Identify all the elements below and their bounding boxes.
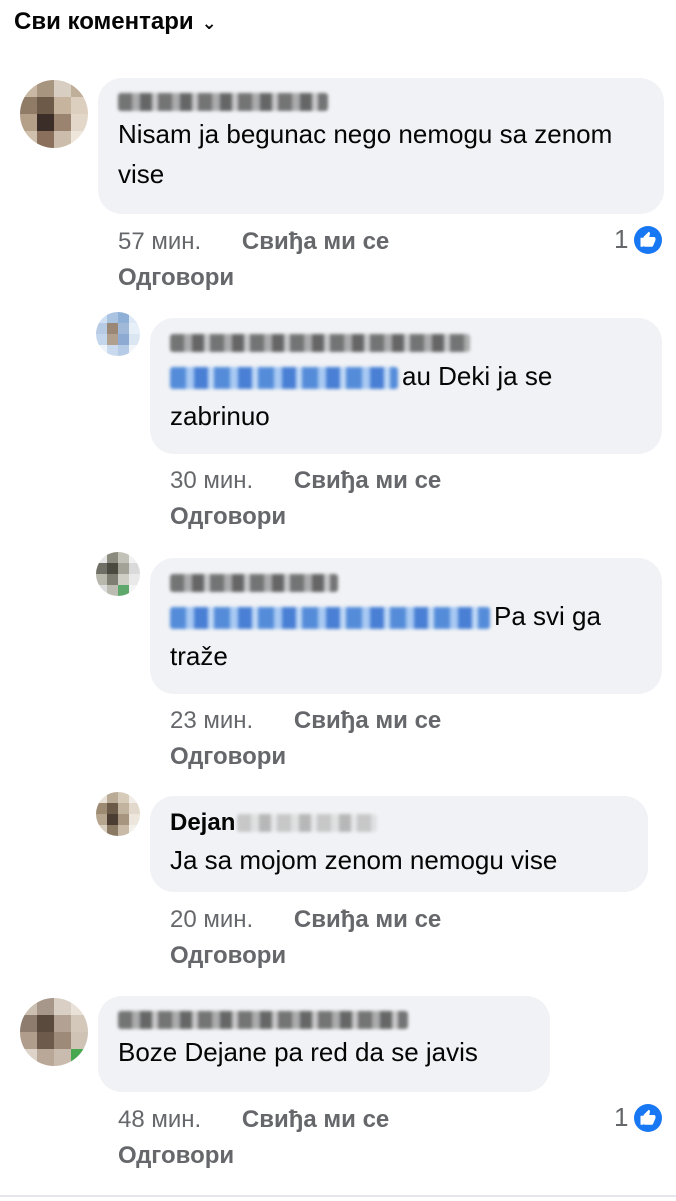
comment-time[interactable]: 30 мин. [170, 467, 253, 494]
comment-author-redacted[interactable] [118, 90, 644, 114]
all-comments-filter[interactable]: Сви коментари ⌄ [14, 8, 217, 36]
comment-actions: 23 мин. Свиђа ми се Одговори [170, 703, 441, 775]
reply-bubble: au Deki ja se zabrinuo [150, 318, 662, 454]
comment-time[interactable]: 23 мин. [170, 707, 253, 734]
comment-text: au Deki ja se zabrinuo [170, 361, 553, 431]
like-button[interactable]: Свиђа ми се [294, 906, 441, 933]
reply-button[interactable]: Одговори [170, 938, 441, 974]
like-button[interactable]: Свиђа ми се [294, 707, 441, 734]
comment-actions: 48 мин. Свиђа ми се Одговори [118, 1102, 389, 1174]
reply-author-redacted[interactable] [170, 570, 642, 596]
avatar[interactable] [20, 998, 88, 1066]
reaction-summary[interactable]: 1 [614, 1102, 663, 1133]
reaction-count: 1 [614, 224, 629, 254]
avatar[interactable] [20, 80, 88, 148]
mention-link[interactable] [170, 607, 490, 630]
reply-button[interactable]: Одговори [118, 1138, 389, 1174]
comment-text: Ja sa mojom zenom nemogu vise [170, 845, 558, 875]
comment-text: Boze Dejane pa red da se javis [118, 1037, 478, 1067]
reply-button[interactable]: Одговори [170, 739, 441, 775]
thumbs-up-icon [634, 1103, 663, 1132]
avatar[interactable] [96, 792, 140, 836]
avatar[interactable] [96, 552, 140, 596]
like-button[interactable]: Свиђа ми се [294, 467, 441, 494]
reply-bubble: Dejan Ja sa mojom zenom nemogu vise [150, 796, 648, 892]
reply-button[interactable]: Одговори [118, 260, 389, 296]
reaction-summary[interactable]: 1 [614, 224, 663, 255]
comment-text: Pa svi ga traže [170, 601, 601, 671]
reply-button[interactable]: Одговори [170, 499, 441, 535]
comment-bubble: Nisam ja begunac nego nemogu sa zenom vi… [98, 78, 664, 214]
thumbs-up-icon [634, 225, 663, 254]
mention-link[interactable] [170, 367, 398, 390]
comment-author-redacted[interactable] [118, 1008, 530, 1032]
chevron-down-icon: ⌄ [201, 12, 217, 33]
avatar[interactable] [96, 312, 140, 356]
comment-bubble: Boze Dejane pa red da se javis [98, 996, 550, 1092]
like-button[interactable]: Свиђа ми се [242, 228, 389, 255]
reply-author-redacted[interactable] [170, 330, 642, 356]
comment-actions: 30 мин. Свиђа ми се Одговори [170, 463, 441, 535]
reply-bubble: Pa svi ga traže [150, 558, 662, 694]
reaction-count: 1 [614, 1102, 629, 1132]
comment-time[interactable]: 57 мин. [118, 228, 201, 255]
comment-actions: 20 мин. Свиђа ми се Одговори [170, 902, 441, 974]
comment-actions: 57 мин. Свиђа ми се Одговори [118, 224, 389, 296]
comment-text: Nisam ja begunac nego nemogu sa zenom vi… [118, 119, 613, 189]
divider [0, 1195, 676, 1197]
filter-label: Сви коментари [14, 8, 194, 35]
comment-time[interactable]: 20 мин. [170, 906, 253, 933]
reply-author[interactable]: Dejan [170, 806, 628, 840]
comment-time[interactable]: 48 мин. [118, 1106, 201, 1133]
like-button[interactable]: Свиђа ми се [242, 1106, 389, 1133]
